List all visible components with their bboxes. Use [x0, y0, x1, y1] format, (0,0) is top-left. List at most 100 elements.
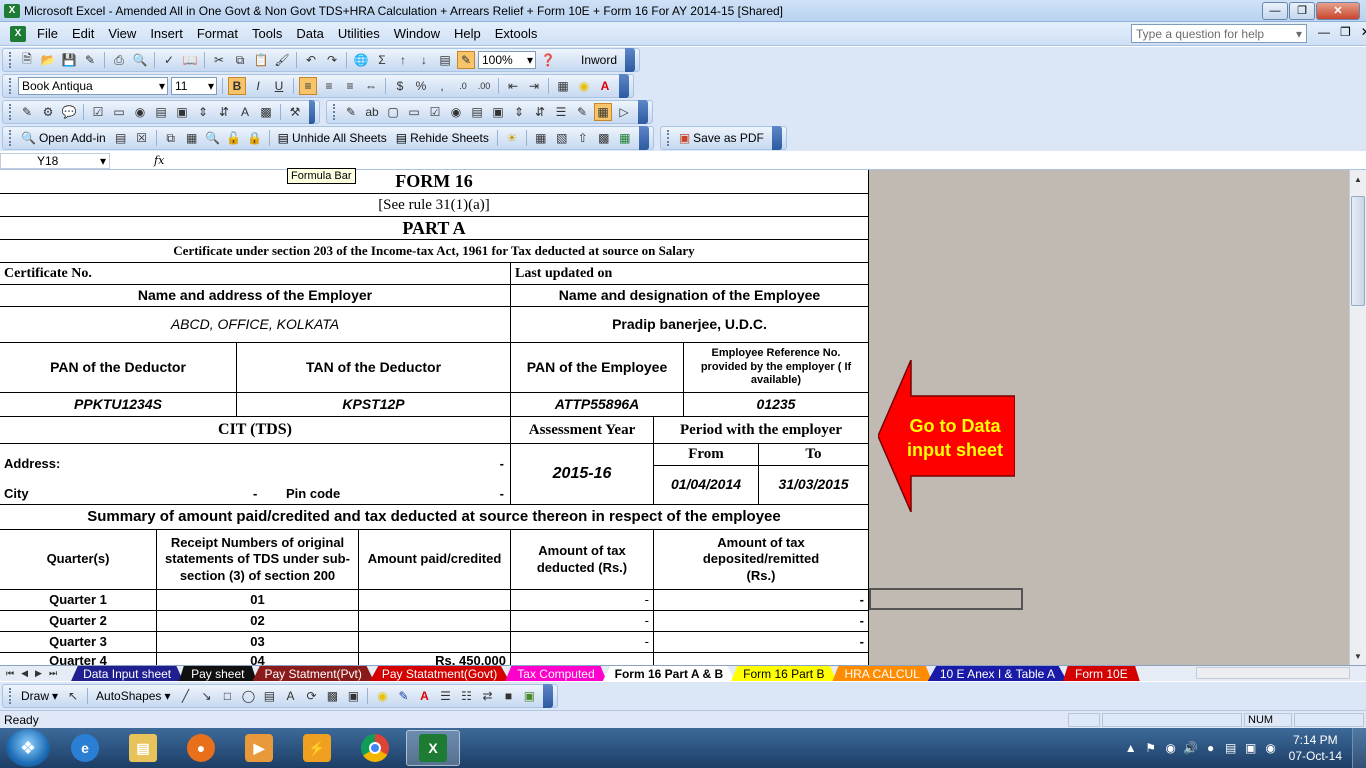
chevron-down-icon[interactable]: ▾ [1296, 27, 1302, 41]
open-icon[interactable]: 📂 [39, 51, 57, 69]
fill-icon[interactable]: ◉ [373, 687, 391, 705]
spin-control-icon[interactable]: ⇵ [531, 103, 549, 121]
comma-icon[interactable]: , [433, 77, 451, 95]
worksheet[interactable]: FORM 16 [See rule 31(1)(a)] PART A Certi… [0, 170, 1350, 665]
prev-sheet-icon[interactable]: ◀ [21, 668, 28, 679]
taskbar-app-firefox[interactable]: ● [174, 730, 228, 766]
drawing-icon[interactable]: ✎ [457, 51, 475, 69]
flag-icon[interactable]: ⚑ [1143, 740, 1159, 756]
label-icon[interactable]: A [236, 103, 254, 121]
open-addin-button[interactable]: 🔍 Open Add-in [18, 131, 109, 145]
merge-center-icon[interactable]: ⇔ [362, 77, 380, 95]
save-as-pdf-button[interactable]: ▣ Save as PDF [676, 131, 767, 145]
taskbar-app-ie[interactable]: e [58, 730, 112, 766]
list-control-icon[interactable]: ▤ [468, 103, 486, 121]
sheet-tab[interactable]: Pay Statment(Pvt) [252, 666, 374, 681]
name-box[interactable]: Y18 ▾ [0, 152, 110, 169]
doc-restore-button[interactable]: ❐ [1340, 25, 1351, 39]
menu-data[interactable]: Data [289, 26, 330, 41]
scroll-down-icon[interactable]: ▼ [1351, 649, 1365, 663]
security-icon[interactable]: ◉ [1263, 740, 1279, 756]
fx-icon[interactable]: fx [154, 154, 170, 167]
spinner-icon[interactable]: ⇵ [215, 103, 233, 121]
callout-text[interactable]: Go to Data input sheet [893, 414, 1017, 462]
font-color-icon[interactable]: A [596, 77, 614, 95]
menu-format[interactable]: Format [190, 26, 245, 41]
picture-icon[interactable]: ▣ [344, 687, 362, 705]
network-icon[interactable]: ● [1203, 740, 1219, 756]
lock-icon[interactable]: 🔒 [246, 129, 264, 147]
view-code-icon[interactable]: ✎ [573, 103, 591, 121]
volume-icon[interactable]: 🔊 [1183, 740, 1199, 756]
decrease-indent-icon[interactable]: ⇤ [504, 77, 522, 95]
combo-control-icon[interactable]: ▣ [489, 103, 507, 121]
increase-decimal-icon[interactable]: .0 [454, 77, 472, 95]
paste-icon[interactable]: 📋 [252, 51, 270, 69]
rectangle-icon[interactable]: □ [218, 687, 236, 705]
close-button[interactable]: ✕ [1316, 1, 1360, 20]
scroll-thumb[interactable] [1351, 196, 1365, 306]
doc-close-button[interactable]: ✕ [1361, 25, 1366, 39]
workbook-icon[interactable]: X [10, 25, 26, 42]
research-icon[interactable]: 📖 [181, 51, 199, 69]
sort-ascending-icon[interactable]: ↑ [394, 51, 412, 69]
hyperlink-icon[interactable]: 🌐 [352, 51, 370, 69]
print-icon[interactable]: ⎙ [110, 51, 128, 69]
align-right-icon[interactable]: ≡ [341, 77, 359, 95]
group-box-icon[interactable]: ▢ [384, 103, 402, 121]
minimize-button[interactable]: — [1262, 1, 1288, 20]
select-objects-icon[interactable]: ↖ [64, 687, 82, 705]
arrow-icon[interactable]: ↘ [197, 687, 215, 705]
sheet-tab[interactable]: Pay Statatment(Govt) [369, 666, 510, 681]
font-select[interactable]: Book Antiqua ▾ [18, 77, 168, 95]
autoshapes-menu[interactable]: AutoShapes ▾ [93, 689, 173, 703]
control-icon[interactable]: ⚙ [39, 103, 57, 121]
sheet-tab[interactable]: Form 16 Part B [731, 666, 837, 681]
fill-color-icon[interactable]: ◉ [575, 77, 593, 95]
copy-icon[interactable]: ⧉ [231, 51, 249, 69]
scroll-control-icon[interactable]: ⇕ [194, 103, 212, 121]
print-preview-icon[interactable]: 🔍 [131, 51, 149, 69]
checkbox-icon[interactable]: ☑ [89, 103, 107, 121]
draw-menu[interactable]: Draw ▾ [18, 689, 61, 703]
menu-extools[interactable]: Extools [488, 26, 545, 41]
option-control-icon[interactable]: ◉ [447, 103, 465, 121]
textbox-draw-icon[interactable]: ▤ [260, 687, 278, 705]
help-search-input[interactable]: Type a question for help ▾ [1131, 24, 1307, 43]
sheet-tab[interactable]: Pay sheet [179, 666, 257, 681]
edit-icon[interactable]: ✎ [18, 103, 36, 121]
scroll-up-icon[interactable]: ▲ [1351, 172, 1365, 186]
pdf-tray-icon[interactable]: ▣ [1243, 740, 1259, 756]
italic-icon[interactable]: I [249, 77, 267, 95]
doc-minimize-button[interactable]: — [1318, 25, 1330, 39]
clipart-icon[interactable]: ▩ [323, 687, 341, 705]
percent-icon[interactable]: % [412, 77, 430, 95]
listbox-icon[interactable]: ▤ [152, 103, 170, 121]
unhide-sheets-button[interactable]: ▤ Unhide All Sheets [275, 131, 390, 145]
sheet-icon[interactable]: ▤ [112, 129, 130, 147]
chart-wizard-icon[interactable]: ▤ [436, 51, 454, 69]
arrow-style-icon[interactable]: ⇄ [478, 687, 496, 705]
taskbar-app-chrome[interactable] [348, 730, 402, 766]
sort-descending-icon[interactable]: ↓ [415, 51, 433, 69]
line-style-icon[interactable]: ☰ [436, 687, 454, 705]
toggle-grid-icon[interactable]: ▦ [594, 103, 612, 121]
textbox-icon[interactable]: ▭ [110, 103, 128, 121]
diagram-icon[interactable]: ⟳ [302, 687, 320, 705]
autosum-icon[interactable]: Σ [373, 51, 391, 69]
design-mode-icon[interactable]: ✎ [342, 103, 360, 121]
cut-icon[interactable]: ✂ [210, 51, 228, 69]
display-icon[interactable]: ▤ [1223, 740, 1239, 756]
permission-icon[interactable]: ✎ [81, 51, 99, 69]
text-color-icon[interactable]: A [415, 687, 433, 705]
taskbar-app-media[interactable]: ▶ [232, 730, 286, 766]
new-icon[interactable]: 🗎 [18, 51, 36, 69]
increase-indent-icon[interactable]: ⇥ [525, 77, 543, 95]
calculator-icon[interactable]: ▩ [595, 129, 613, 147]
currency-icon[interactable]: $ [391, 77, 409, 95]
scrollbar-control-icon[interactable]: ⇕ [510, 103, 528, 121]
sheet-tab[interactable]: Form 10E [1063, 666, 1140, 681]
insert-table-icon[interactable]: ▧ [553, 129, 571, 147]
vertical-scrollbar[interactable]: ▲ ▼ [1349, 170, 1366, 665]
tools-icon[interactable]: ⚒ [286, 103, 304, 121]
